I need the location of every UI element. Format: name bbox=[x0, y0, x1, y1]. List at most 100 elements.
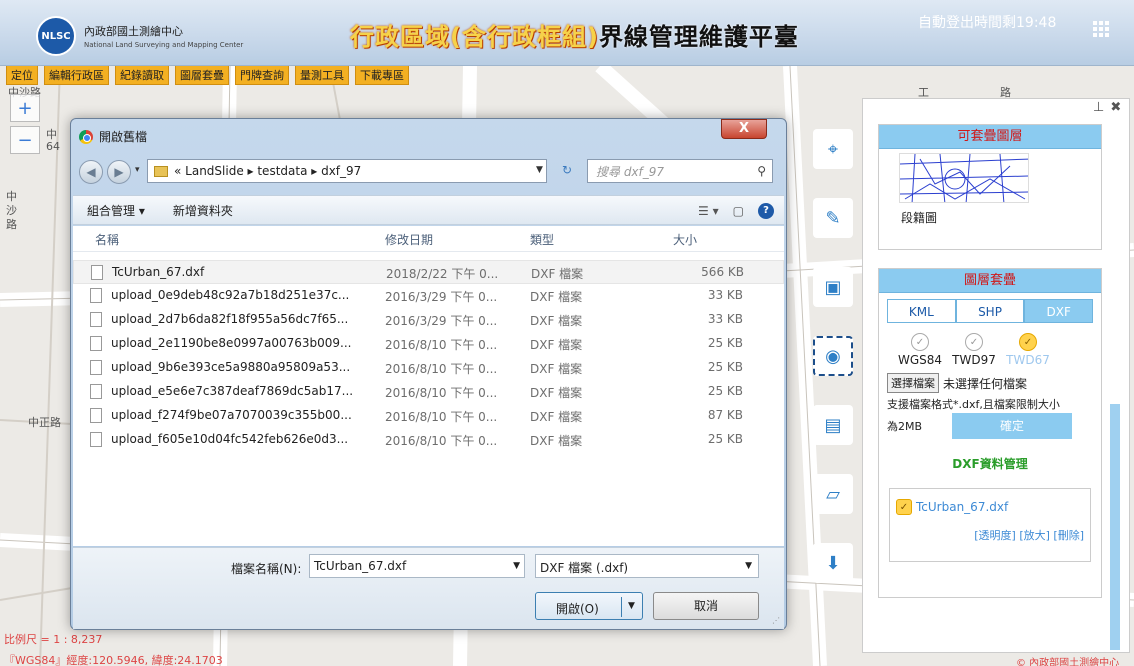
file-row[interactable]: upload_f274f9be07a7070039c355b00... 2016/… bbox=[73, 404, 784, 428]
check-icon: ✓ bbox=[965, 333, 983, 351]
address-row: ◀ ▶ ▾ « LandSlide ▸ testdata ▸ dxf_97 ▼ … bbox=[79, 159, 779, 185]
help-icon[interactable]: ? bbox=[758, 203, 774, 219]
layer-overlay-card: 圖層套疊 KML SHP DXF ✓ WGS84 ✓ TWD97 ✓ TWD67 選擇… bbox=[878, 268, 1102, 598]
column-type[interactable]: 類型 bbox=[530, 231, 554, 248]
organize-button[interactable]: 組合管理 ▾ bbox=[87, 202, 145, 219]
dialog-close-button[interactable]: X bbox=[721, 119, 767, 139]
chevron-down-icon[interactable]: ▼ bbox=[536, 165, 543, 175]
close-icon[interactable]: ✖ bbox=[1110, 100, 1121, 115]
confirm-button[interactable]: 確定 bbox=[952, 413, 1073, 439]
chevron-down-icon: ▼ bbox=[745, 561, 752, 571]
column-name[interactable]: 名稱 bbox=[95, 231, 119, 248]
file-list: 名稱 修改日期 類型 大小 TcUrban_67.dxf 2018/2/22 下午… bbox=[73, 226, 784, 546]
toolbar-measure-button[interactable]: 量測工具 bbox=[295, 66, 349, 85]
panel-scrollbar[interactable] bbox=[1110, 404, 1120, 650]
chevron-down-icon[interactable]: ▼ bbox=[513, 561, 520, 571]
tab-shp[interactable]: SHP bbox=[955, 299, 1025, 323]
filetype-select[interactable]: DXF 檔案 (.dxf) ▼ bbox=[535, 554, 759, 578]
panel-controls: ⊥ ✖ bbox=[1087, 100, 1121, 115]
download-tool-button[interactable]: ⬇ bbox=[811, 538, 855, 588]
filename-label: 檔案名稱(N): bbox=[231, 562, 302, 576]
pin-icon[interactable]: ⊥ bbox=[1093, 100, 1104, 115]
search-input[interactable]: 搜尋 dxf_97 ⚲ bbox=[587, 159, 773, 183]
datum-wgs84-radio[interactable]: ✓ WGS84 bbox=[893, 333, 947, 367]
file-row[interactable]: upload_2e1190be8e0997a00763b009... 2016/8… bbox=[73, 332, 784, 356]
file-icon bbox=[90, 432, 102, 447]
measure-tool-button[interactable]: ▱ bbox=[811, 469, 855, 519]
toolbar-download-button[interactable]: 下載專區 bbox=[355, 66, 409, 85]
open-button[interactable]: 開啟(O) ▼ bbox=[535, 592, 643, 620]
search-icon[interactable]: ⚲ bbox=[757, 164, 766, 178]
file-row[interactable]: upload_9b6e393ce5a9880a95809a53... 2016/8… bbox=[73, 356, 784, 380]
file-list-header: 名稱 修改日期 類型 大小 bbox=[73, 226, 784, 252]
file-format-note: 支援檔案格式*.dxf,且檔案限制大小 bbox=[887, 398, 1060, 411]
app-menu-grid-icon[interactable] bbox=[1093, 21, 1109, 37]
dxf-file-actions[interactable]: [透明度] [放大] [刪除] bbox=[896, 527, 1084, 543]
zoom-out-button[interactable]: − bbox=[10, 126, 40, 154]
save-icon: ▣ bbox=[813, 267, 853, 307]
resize-grip-icon[interactable]: ⋰ bbox=[772, 616, 780, 625]
overlay-layers-card: 可套疊圖層 段籍圖 bbox=[878, 124, 1102, 250]
toolbar-layer-overlay-button[interactable]: 圖層套疊 bbox=[175, 66, 229, 85]
edit-tool-button[interactable]: ✎ bbox=[811, 193, 855, 243]
locate-tool-button[interactable]: ⌖ bbox=[811, 124, 855, 174]
main-toolbar: 定位 編輯行政區 紀錄讀取 圖層套疊 門牌查詢 量測工具 下載專區 bbox=[6, 66, 409, 85]
checkbox-checked-icon[interactable]: ✓ bbox=[896, 499, 912, 515]
refresh-icon[interactable]: ↻ bbox=[562, 163, 572, 177]
datum-twd97-radio[interactable]: ✓ TWD97 bbox=[947, 333, 1001, 367]
address-tool-button[interactable]: ▤ bbox=[811, 400, 855, 450]
file-row[interactable]: upload_0e9deb48c92a7b18d251e37c... 2016/3… bbox=[73, 284, 784, 308]
zoom-in-button[interactable]: + bbox=[10, 94, 40, 122]
view-options-icon[interactable]: ☰ ▾ bbox=[698, 204, 719, 218]
nlsc-logo-icon: NLSC bbox=[36, 16, 76, 56]
tab-kml[interactable]: KML bbox=[887, 299, 956, 323]
file-icon bbox=[90, 384, 102, 399]
address-bar[interactable]: « LandSlide ▸ testdata ▸ dxf_97 ▼ ↻ bbox=[147, 159, 572, 183]
tool-column: ⌖ ✎ ▣ ◉ ▤ ▱ ⬇ bbox=[811, 124, 855, 607]
open-options-chevron-icon[interactable]: ▼ bbox=[628, 601, 635, 611]
file-row[interactable]: upload_2d7b6da82f18f955a56dc7f65... 2016/… bbox=[73, 308, 784, 332]
layer-tool-button[interactable]: ◉ bbox=[811, 331, 855, 381]
map-scale: 比例尺 = 1 : 8,237 bbox=[4, 633, 103, 646]
app-title-main: 界線管理維護平臺 bbox=[598, 23, 799, 51]
toolbar-edit-district-button[interactable]: 編輯行政區 bbox=[44, 66, 109, 85]
chrome-icon bbox=[79, 129, 93, 144]
cancel-button[interactable]: 取消 bbox=[653, 592, 759, 620]
copyright: © 內政部國土測繪中心 bbox=[1016, 658, 1120, 666]
zoom-control: + − bbox=[10, 94, 40, 154]
format-tabs: KML SHP DXF bbox=[887, 299, 1094, 323]
tab-dxf[interactable]: DXF bbox=[1024, 299, 1094, 323]
ruler-icon: ▱ bbox=[813, 474, 853, 514]
filename-input[interactable]: TcUrban_67.dxf ▼ bbox=[309, 554, 525, 578]
overlay-layer-name[interactable]: 段籍圖 bbox=[901, 209, 1101, 226]
datum-twd67-radio[interactable]: ✓ TWD67 bbox=[1001, 333, 1055, 367]
layers-icon: ◉ bbox=[813, 336, 853, 376]
toolbar-locate-button[interactable]: 定位 bbox=[6, 66, 38, 85]
no-file-text: 未選擇任何檔案 bbox=[943, 376, 1028, 391]
dialog-title-bar[interactable]: 開啟舊檔 bbox=[79, 128, 147, 145]
dialog-title: 開啟舊檔 bbox=[99, 130, 148, 144]
layer-overlay-title: 圖層套疊 bbox=[879, 269, 1101, 293]
file-icon bbox=[90, 288, 102, 303]
forward-button[interactable]: ▶ bbox=[107, 160, 131, 184]
choose-file-button[interactable]: 選擇檔案 bbox=[887, 373, 939, 393]
toolbar-address-query-button[interactable]: 門牌查詢 bbox=[235, 66, 289, 85]
file-icon bbox=[90, 360, 102, 375]
column-size[interactable]: 大小 bbox=[673, 231, 697, 248]
new-folder-button[interactable]: 新增資料夾 bbox=[173, 202, 233, 219]
agency-logo[interactable]: NLSC 內政部國土測繪中心 National Land Surveying a… bbox=[36, 16, 243, 56]
file-row[interactable]: upload_e5e6e7c387deaf7869dc5ab17... 2016/… bbox=[73, 380, 784, 404]
recent-locations-chevron-icon[interactable]: ▾ bbox=[135, 165, 140, 175]
check-icon: ✓ bbox=[1019, 333, 1037, 351]
file-row[interactable]: upload_f605e10d04fc542feb626e0d3... 2016/… bbox=[73, 428, 784, 452]
file-row[interactable]: TcUrban_67.dxf 2018/2/22 下午 0... DXF 檔案 566… bbox=[73, 260, 784, 284]
app-title-highlight: 行政區域(含行政框組) bbox=[350, 23, 599, 51]
toolbar-record-read-button[interactable]: 紀錄讀取 bbox=[115, 66, 169, 85]
cadastral-thumbnail[interactable] bbox=[899, 153, 1029, 203]
back-button[interactable]: ◀ bbox=[79, 160, 103, 184]
column-modified[interactable]: 修改日期 bbox=[385, 231, 433, 248]
preview-pane-icon[interactable]: ▢ bbox=[733, 204, 744, 218]
save-tool-button[interactable]: ▣ bbox=[811, 262, 855, 312]
file-icon bbox=[91, 265, 103, 280]
dxf-manage-title: DXF資料管理 bbox=[952, 457, 1028, 471]
